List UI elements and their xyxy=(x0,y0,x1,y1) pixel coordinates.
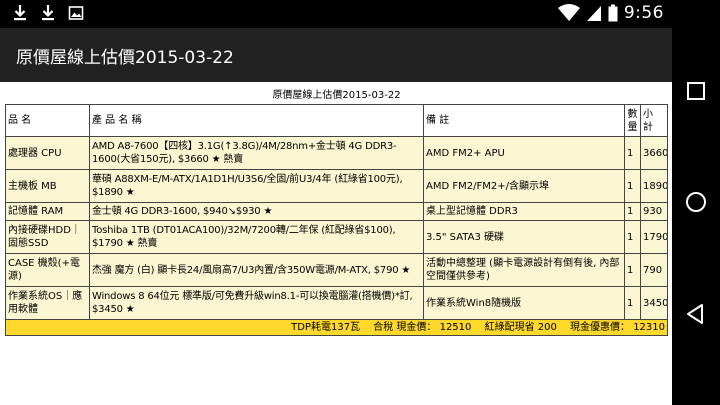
table-row[interactable]: 作業系統OS｜應用軟體 Windows 8 64位元 標準版/可免費升級win8… xyxy=(5,286,669,320)
recents-button[interactable] xyxy=(684,79,708,103)
header-subtotal: 小 計 xyxy=(639,104,669,137)
table-row[interactable]: 處理器 CPU AMD A8-7600【四核】3.1G(↑3.8G)/4M/28… xyxy=(5,136,669,170)
row-product[interactable]: Windows 8 64位元 標準版/可免費升級win8.1-可以換電腦灌(搭機… xyxy=(89,286,424,320)
row-category: CASE 機殼(+電源) xyxy=(5,253,90,287)
row-subtotal: 1890 xyxy=(639,169,669,203)
header-note: 備 註 xyxy=(423,104,625,137)
status-time: 9:56 xyxy=(623,3,664,23)
table-row[interactable]: 主機板 MB 華碩 A88XM-E/M-ATX/1A1D1H/U3S6/全固/前… xyxy=(5,169,669,203)
row-product[interactable]: 華碩 A88XM-E/M-ATX/1A1D1H/U3S6/全固/前U3/4年 (… xyxy=(89,169,424,203)
row-note: 桌上型記憶體 DDR3 xyxy=(423,202,625,221)
notification-icons xyxy=(12,4,84,22)
row-note: 3.5" SATA3 硬碟 xyxy=(423,220,625,254)
row-subtotal: 790 xyxy=(639,253,669,287)
header-qty: 數量 xyxy=(624,104,641,137)
back-button[interactable] xyxy=(684,302,708,326)
row-subtotal: 3450 xyxy=(639,286,669,320)
row-qty: 1 xyxy=(624,253,641,287)
download-icon xyxy=(42,5,54,21)
status-bar: 9:56 xyxy=(0,0,672,28)
table-total-row: TDP耗電137瓦 合稅 現金價： 12510 紅綠配現省 200 現金優惠價：… xyxy=(4,319,669,336)
row-subtotal: 930 xyxy=(639,202,669,221)
row-subtotal: 3660 xyxy=(639,136,669,170)
table-title: 原價屋線上估價2015-03-22 xyxy=(5,88,668,105)
app-bar: 原價屋線上估價2015-03-22 xyxy=(0,28,672,82)
battery-icon xyxy=(608,4,618,22)
row-note: 活動中總整理 (顯卡電源設計有倒有後, 內部空間僅供參考) xyxy=(423,253,625,287)
row-category: 作業系統OS｜應用軟體 xyxy=(5,286,90,320)
total-line: TDP耗電137瓦 合稅 現金價： 12510 紅綠配現省 200 現金優惠價：… xyxy=(4,319,669,336)
table-title-row: 原價屋線上估價2015-03-22 xyxy=(5,88,668,105)
home-button[interactable] xyxy=(684,190,708,214)
download-icon xyxy=(14,5,26,21)
row-qty: 1 xyxy=(624,169,641,203)
row-category: 主機板 MB xyxy=(5,169,90,203)
table-header-row: 品 名 產 品 名 稱 備 註 數量 小 計 xyxy=(5,104,669,137)
header-product: 產 品 名 稱 xyxy=(89,104,424,137)
navigation-bar xyxy=(672,0,720,405)
row-product[interactable]: AMD A8-7600【四核】3.1G(↑3.8G)/4M/28nm+金士頓 4… xyxy=(89,136,424,170)
row-qty: 1 xyxy=(624,202,641,221)
row-qty: 1 xyxy=(624,220,641,254)
signal-icon xyxy=(586,6,601,21)
image-icon xyxy=(68,6,84,20)
table-row[interactable]: CASE 機殼(+電源) 杰強 魔方 (白) 顯卡長24/風扇高7/U3內置/含… xyxy=(5,253,669,287)
table-row[interactable]: 記憶體 RAM 金士頓 4G DDR3-1600, $940↘$930 ★ 桌上… xyxy=(5,202,669,221)
row-subtotal: 1790 xyxy=(639,220,669,254)
wifi-icon xyxy=(557,4,580,21)
table-row[interactable]: 內接硬碟HDD｜固態SSD Toshiba 1TB (DT01ACA100)/3… xyxy=(5,220,669,254)
row-note: 作業系統Win8隨機版 xyxy=(423,286,625,320)
row-product[interactable]: 杰強 魔方 (白) 顯卡長24/風扇高7/U3內置/含350W電源/M-ATX,… xyxy=(89,253,424,287)
row-product[interactable]: Toshiba 1TB (DT01ACA100)/32M/7200轉/二年保 (… xyxy=(89,220,424,254)
header-category: 品 名 xyxy=(5,104,90,137)
row-qty: 1 xyxy=(624,136,641,170)
row-category: 內接硬碟HDD｜固態SSD xyxy=(5,220,90,254)
row-category: 記憶體 RAM xyxy=(5,202,90,221)
quote-table: 原價屋線上估價2015-03-22 品 名 產 品 名 稱 備 註 數量 小 計… xyxy=(4,88,669,336)
row-category: 處理器 CPU xyxy=(5,136,90,170)
web-content[interactable]: 原價屋線上估價2015-03-22 品 名 產 品 名 稱 備 註 數量 小 計… xyxy=(0,82,672,405)
row-qty: 1 xyxy=(624,286,641,320)
row-product[interactable]: 金士頓 4G DDR3-1600, $940↘$930 ★ xyxy=(89,202,424,221)
row-note: AMD FM2/FM2+/含顯示埠 xyxy=(423,169,625,203)
app-title: 原價屋線上估價2015-03-22 xyxy=(16,48,234,68)
row-note: AMD FM2+ APU xyxy=(423,136,625,170)
